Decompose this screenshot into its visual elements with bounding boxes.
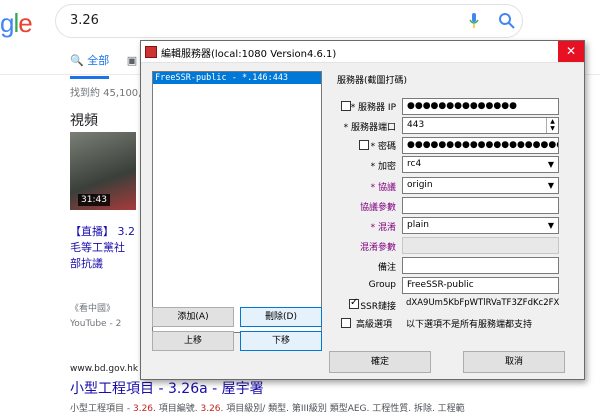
advanced-note: 以下選項不是所有服務端都支持 (406, 320, 533, 330)
encrypt-select[interactable]: rc4 ▼ (402, 156, 559, 173)
dialog-title: 編輯服務器(local:1080 Version4.6.1) (161, 49, 337, 60)
protocol-select[interactable]: origin ▼ (402, 177, 559, 194)
edit-server-dialog: 編輯服務器(local:1080 Version4.6.1) ✕ FreeSSR… (140, 40, 585, 380)
google-logo[interactable]: gle (0, 8, 33, 39)
advanced-checkbox[interactable] (341, 318, 351, 328)
tab-all-label: 全部 (87, 54, 110, 67)
obfs-label: * 混淆 (370, 223, 396, 233)
obfs-param-input[interactable] (402, 237, 559, 254)
close-button[interactable]: ✕ (558, 41, 584, 62)
snippet-part-3: . 項目級別/ 類型. 第III級別 類型AEG. 工程性質. 拆除. 工程範 (220, 404, 465, 414)
video-title[interactable]: 【直播】 3.2 毛等工黨社 部抗議 (70, 224, 136, 272)
protocol-value: origin (407, 180, 433, 190)
protocol-label: * 協議 (370, 183, 396, 193)
protocol-param-input[interactable] (402, 197, 559, 214)
server-ip-input[interactable]: ●●●●●●●●●●●●●● (402, 98, 559, 115)
snippet-part-2: . 項目編號. (153, 404, 201, 414)
ssr-link-value[interactable]: dXA9Um5KbFpWTlRVaTF3ZFdKc2FXTQ (402, 296, 559, 313)
result-snippet: 小型工程項目 - 3.26. 項目編號. 3.26. 項目級別/ 類型. 第II… (70, 401, 465, 414)
video-source: 《看中國》 YouTube - 2 (70, 302, 121, 332)
server-list[interactable]: FreeSSR-public - *.146:443 (152, 71, 322, 333)
move-down-button[interactable]: 下移 (240, 331, 322, 351)
obfs-param-label: 混淆參數 (359, 243, 396, 253)
remark-label: 備注 (377, 263, 396, 273)
group-input[interactable]: FreeSSR-public (402, 277, 559, 294)
chevron-down-icon: ▼ (547, 181, 554, 190)
add-button[interactable]: 添加(A) (152, 307, 234, 327)
obfs-select[interactable]: plain ▼ (402, 217, 559, 234)
ssr-link-label: SSR鏈接 (360, 302, 396, 312)
result-title[interactable]: 小型工程項目 - 3.26a - 屋宇署 (70, 378, 264, 398)
obfs-value: plain (407, 220, 429, 230)
search-query[interactable]: 3.26 (70, 13, 99, 28)
result-url[interactable]: www.bd.gov.hk (70, 364, 138, 374)
chevron-down-icon: ▼ (547, 160, 554, 169)
advanced-label: 高級選項 (356, 320, 393, 330)
cancel-button[interactable]: 取消 (463, 351, 565, 373)
ok-button[interactable]: 確定 (329, 351, 431, 373)
port-spinner[interactable]: ▲ ▼ (546, 118, 558, 133)
result-count: 找到約 45,100,0 (70, 88, 148, 99)
video-platform: YouTube - 2 (70, 319, 122, 329)
search-box[interactable]: 3.26 (55, 4, 523, 38)
encrypt-value: rc4 (407, 159, 422, 169)
snippet-highlight-1: 3.26 (132, 404, 154, 414)
microphone-icon[interactable] (469, 13, 479, 29)
snippet-highlight-2: 3.26 (200, 404, 221, 414)
server-port-value: 443 (407, 120, 425, 130)
server-list-item[interactable]: FreeSSR-public - *.146:443 (153, 72, 321, 84)
video-duration: 31:43 (78, 194, 110, 206)
protocol-param-label: 協議參數 (359, 203, 396, 213)
server-port-label: * 服務器端口 (343, 123, 396, 133)
password-input[interactable]: ●●●●●●●●●●●●●●●●●●●● (402, 137, 559, 154)
remark-input[interactable] (402, 257, 559, 274)
delete-button[interactable]: 刪除(D) (240, 307, 322, 327)
dialog-titlebar[interactable]: 編輯服務器(local:1080 Version4.6.1) ✕ (141, 41, 584, 63)
chevron-down-icon: ▼ (547, 221, 554, 230)
move-up-button[interactable]: 上移 (152, 331, 234, 351)
search-icon[interactable] (498, 12, 516, 30)
images-tab-icon[interactable]: ▣ (127, 54, 137, 67)
video-source-name: 《看中國》 (70, 304, 116, 314)
app-icon (145, 46, 157, 58)
server-port-input[interactable]: 443 ▲ ▼ (402, 117, 559, 134)
video-heading: 視頻 (70, 113, 98, 129)
server-ip-label: * 服務器 IP (350, 103, 396, 113)
group-label: Group (368, 280, 396, 290)
encrypt-label: * 加密 (370, 162, 396, 172)
snippet-part-1: 小型工程項目 - (70, 404, 133, 414)
password-label: * 密碼 (370, 142, 396, 152)
video-thumbnail[interactable]: 31:43 (70, 132, 136, 210)
server-group-title: 服務器(截圖打碼) (337, 76, 408, 86)
